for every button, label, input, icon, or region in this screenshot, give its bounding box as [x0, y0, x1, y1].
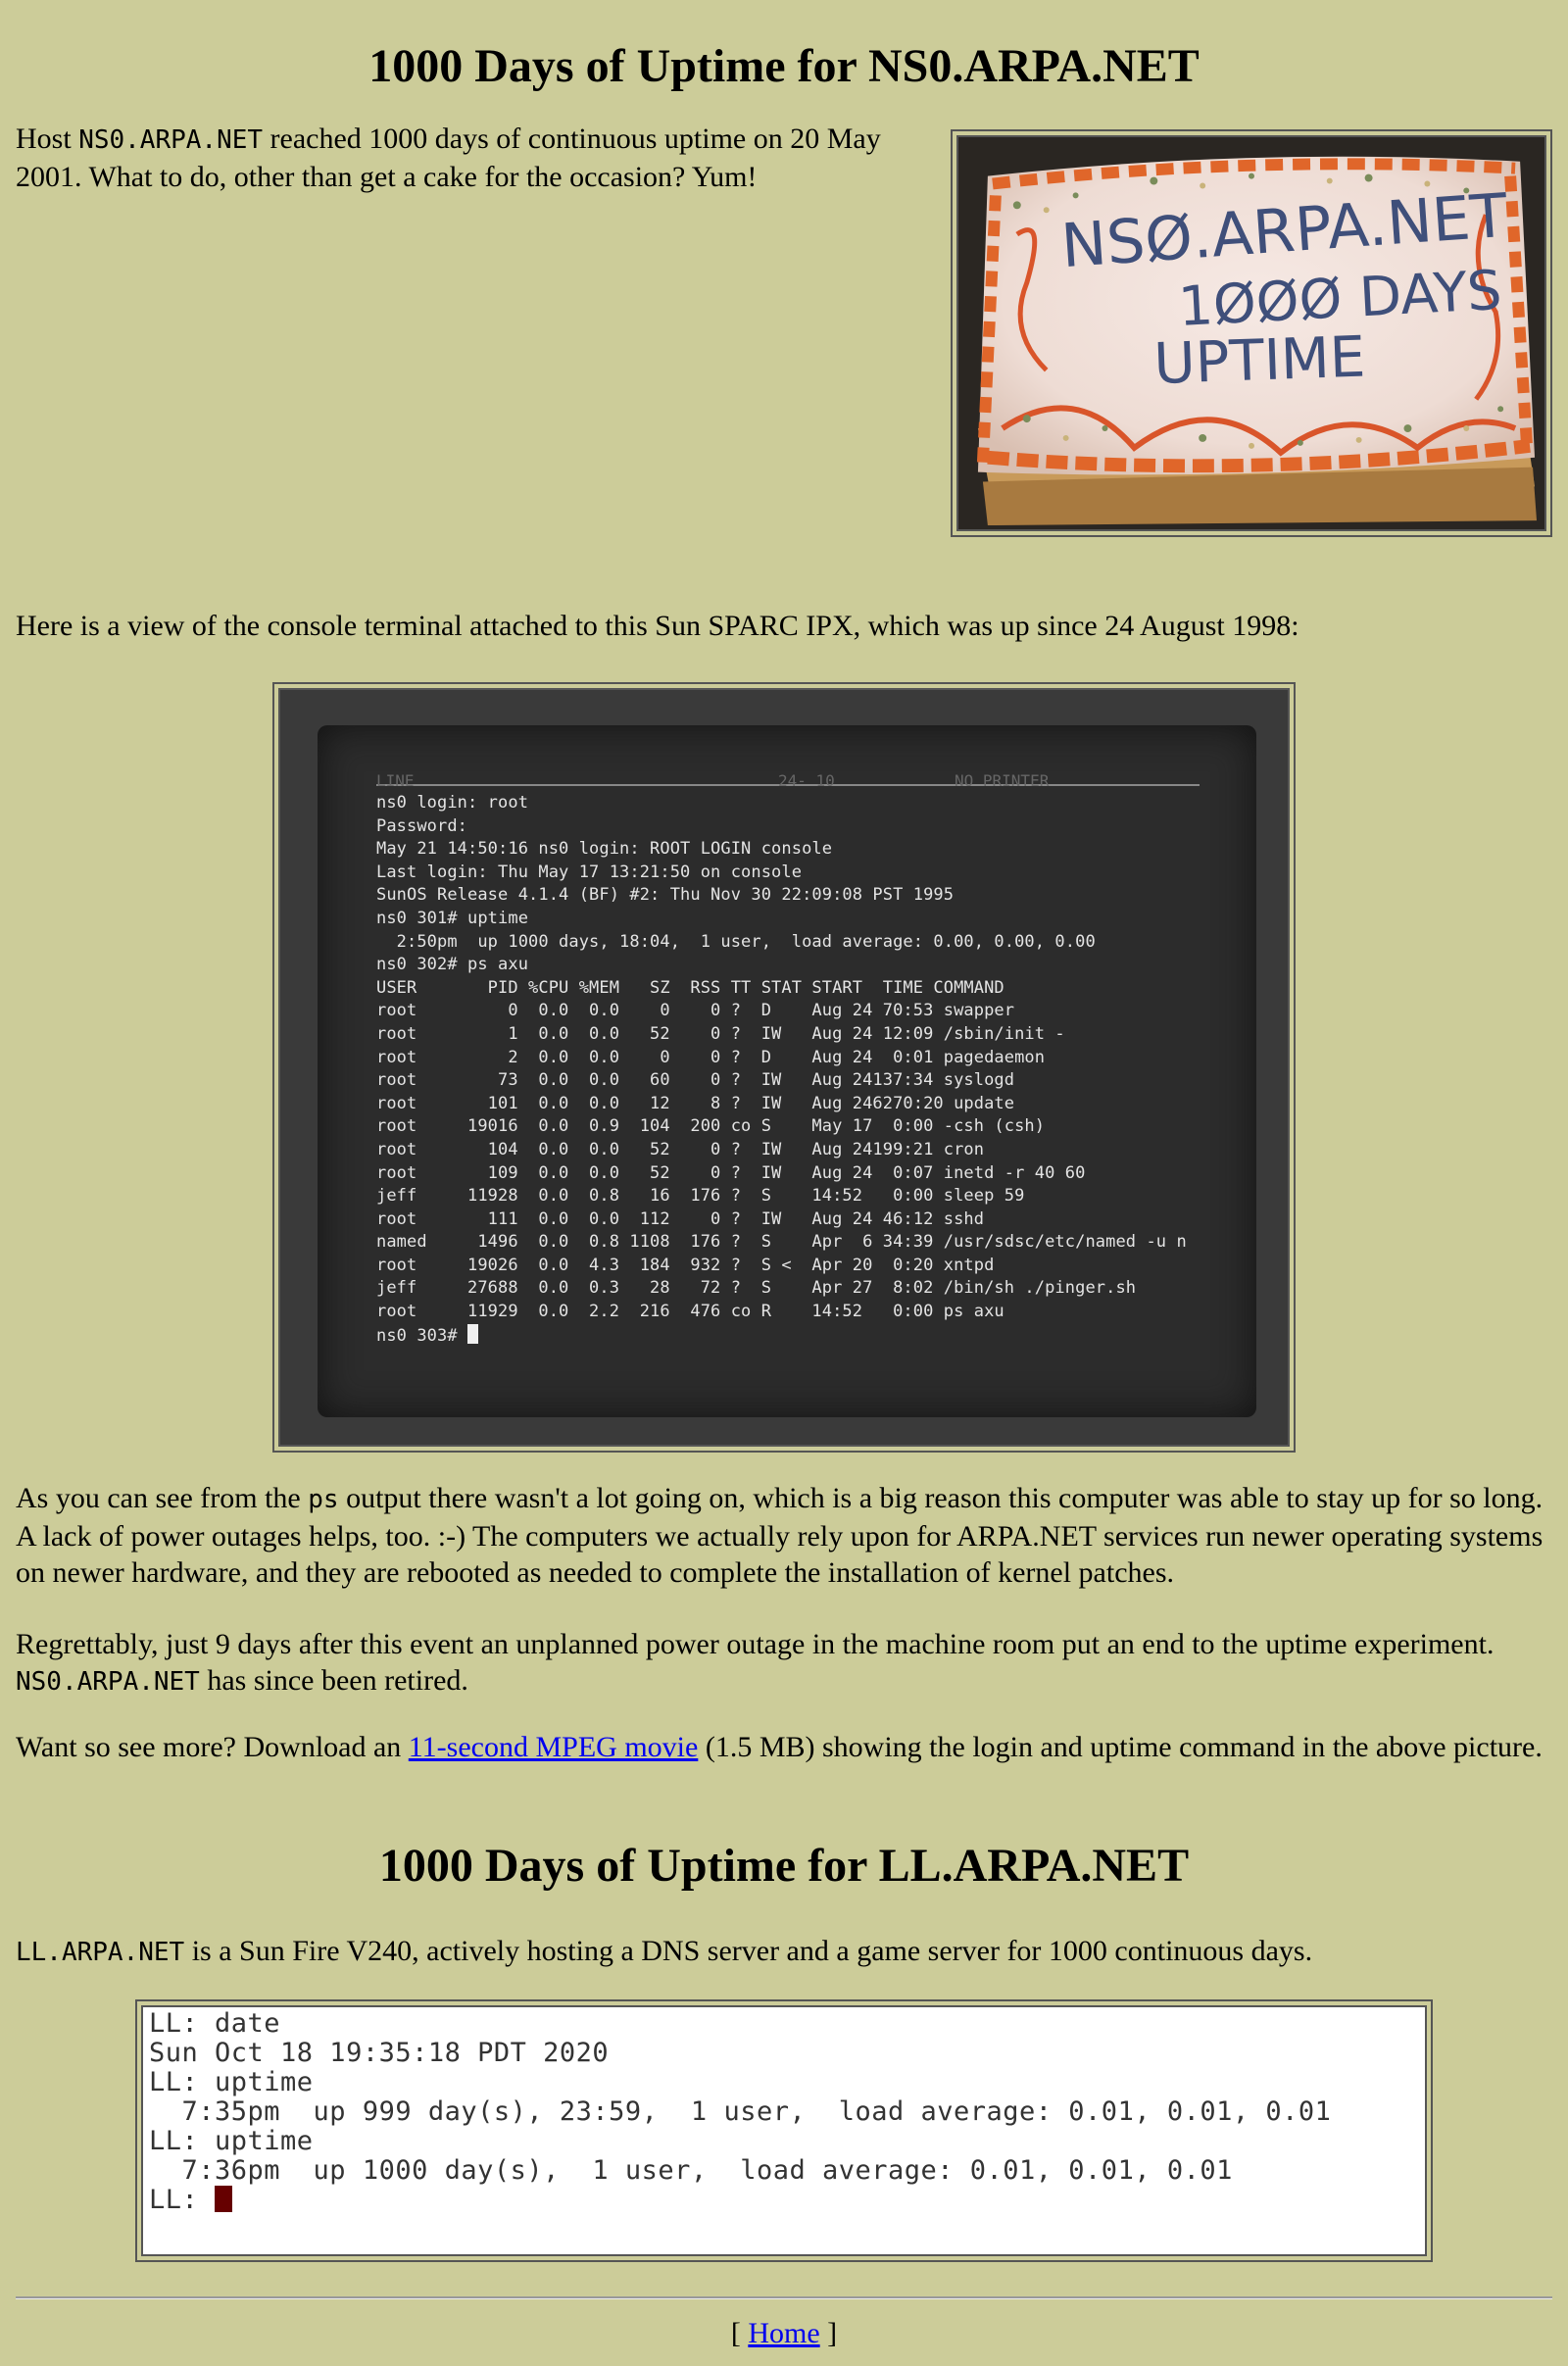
console-line: ns0 login: root — [376, 793, 529, 813]
mpeg-movie-link[interactable]: 11-second MPEG movie — [409, 1731, 699, 1763]
console-photo: LINE 24- 10 NO PRINTER ns0 login: root Pa… — [272, 682, 1296, 1453]
console-line: root 19016 0.0 0.9 104 200 co S May 17 0… — [376, 1116, 1046, 1137]
intro-prefix: Host — [16, 123, 79, 155]
console-line: ns0 301# uptime — [376, 908, 529, 928]
console-prompt: ns0 303# — [376, 1325, 468, 1346]
footer-nav: [ Home ] — [0, 2315, 1568, 2351]
console-cursor — [467, 1323, 479, 1344]
ll-terminal-line: LL: uptime — [149, 2067, 314, 2097]
ps-prefix: As you can see from the — [16, 1482, 309, 1514]
console-line: USER PID %CPU %MEM SZ RSS TT STAT START … — [376, 977, 1004, 998]
home-link[interactable]: Home — [748, 2317, 819, 2349]
footer-divider — [16, 2296, 1552, 2299]
console-line: ns0 302# ps axu — [376, 955, 529, 975]
console-line: jeff 27688 0.0 0.3 28 72 ? S Apr 27 8:02… — [376, 1278, 1137, 1299]
ll-prompt-line: LL: — [149, 2186, 1425, 2215]
console-line: root 1 0.0 0.0 52 0 ? IW Aug 24 12:09 /s… — [376, 1023, 1065, 1044]
movie-paragraph: Want so see more? Download an 11-second … — [16, 1729, 1552, 1765]
ps-paragraph: As you can see from the ps output there … — [16, 1480, 1552, 1591]
cake-photo-inner: NSØ.ARPA.NET 1ØØØ DAYS UPTIME — [956, 135, 1546, 531]
ll-terminal-line: Sun Oct 18 19:35:18 PDT 2020 — [149, 2038, 610, 2068]
outage-paragraph: Regrettably, just 9 days after this even… — [16, 1626, 1552, 1701]
movie-suffix: (1.5 MB) showing the login and uptime co… — [698, 1731, 1543, 1763]
ll-terminal-line: 7:36pm up 1000 day(s), 1 user, load aver… — [149, 2155, 1233, 2186]
host-name-ll: LL.ARPA.NET — [16, 1938, 185, 1967]
console-photo-inner: LINE 24- 10 NO PRINTER ns0 login: root Pa… — [278, 688, 1290, 1447]
cake-text-line3: UPTIME — [1152, 324, 1366, 397]
outage-prefix: Regrettably, just 9 days after this even… — [16, 1628, 1494, 1660]
page-title-ll: 1000 Days of Uptime for LL.ARPA.NET — [378, 1840, 1190, 1892]
console-output: ns0 login: root Password: May 21 14:50:16 … — [376, 792, 1187, 1348]
ll-terminal-line: LL: date — [149, 2008, 281, 2039]
console-line: Last login: Thu May 17 13:21:50 on conso… — [376, 862, 803, 882]
page-title-ns0: 1000 Days of Uptime for NS0.ARPA.NET — [368, 40, 1200, 92]
ll-terminal-output: LL: date Sun Oct 18 19:35:18 PDT 2020 LL: … — [143, 2007, 1425, 2215]
console-line: root 111 0.0 0.0 112 0 ? IW Aug 24 46:12… — [376, 1208, 985, 1229]
movie-prefix: Want so see more? Download an — [16, 1731, 409, 1763]
console-line: SunOS Release 4.1.4 (BF) #2: Thu Nov 30 … — [376, 885, 955, 906]
ll-prompt: LL: — [149, 2185, 216, 2215]
ll-terminal: LL: date Sun Oct 18 19:35:18 PDT 2020 LL: … — [141, 2005, 1427, 2256]
console-line: 2:50pm up 1000 days, 18:04, 1 user, load… — [376, 931, 1096, 952]
console-line: root 101 0.0 0.0 12 8 ? IW Aug 246270:20… — [376, 1093, 1015, 1113]
ll-intro-paragraph: LL.ARPA.NET is a Sun Fire V240, actively… — [16, 1933, 1552, 1971]
footer-bracket-open: [ — [730, 2317, 749, 2349]
console-status-line: LINE 24- 10 NO PRINTER — [376, 763, 1200, 790]
cake-photo: NSØ.ARPA.NET 1ØØØ DAYS UPTIME — [951, 129, 1552, 537]
ll-terminal-frame: LL: date Sun Oct 18 19:35:18 PDT 2020 LL: … — [135, 1999, 1433, 2262]
ll-intro-suffix: is a Sun Fire V240, actively hosting a D… — [184, 1935, 1313, 1967]
ll-cursor — [215, 2186, 233, 2212]
console-line: root 109 0.0 0.0 52 0 ? IW Aug 24 0:07 i… — [376, 1162, 1086, 1183]
console-intro-paragraph: Here is a view of the console terminal a… — [16, 610, 1299, 642]
console-prompt-line: ns0 303# — [376, 1323, 1187, 1349]
console-line: root 11929 0.0 2.2 216 476 co R 14:52 0:… — [376, 1302, 1004, 1322]
ll-terminal-line: 7:35pm up 999 day(s), 23:59, 1 user, loa… — [149, 2096, 1332, 2127]
ll-terminal-line: LL: uptime — [149, 2126, 314, 2156]
console-line: root 104 0.0 0.0 52 0 ? IW Aug 24199:21 … — [376, 1139, 985, 1159]
intro-section: Host NS0.ARPA.NET reached 1000 days of c… — [0, 121, 1568, 538]
outage-suffix: has since been retired. — [199, 1664, 468, 1697]
ps-command: ps — [308, 1485, 339, 1514]
host-name-ns0: NS0.ARPA.NET — [78, 125, 264, 155]
footer-bracket-close: ] — [819, 2317, 838, 2349]
console-line: May 21 14:50:16 ns0 login: ROOT LOGIN co… — [376, 839, 833, 860]
cake-image: NSØ.ARPA.NET 1ØØØ DAYS UPTIME — [958, 137, 1544, 529]
console-line: jeff 11928 0.0 0.8 16 176 ? S 14:52 0:00… — [376, 1186, 1025, 1207]
console-line: root 73 0.0 0.0 60 0 ? IW Aug 24137:34 s… — [376, 1070, 1015, 1091]
console-line: root 19026 0.0 4.3 184 932 ? S < Apr 20 … — [376, 1255, 995, 1275]
console-line: root 2 0.0 0.0 0 0 ? D Aug 24 0:01 paged… — [376, 1047, 1046, 1067]
console-line: Password: — [376, 815, 468, 836]
host-name-ns0-retired: NS0.ARPA.NET — [16, 1667, 200, 1697]
console-line: root 0 0.0 0.0 0 0 ? D Aug 24 70:53 swap… — [376, 1001, 1015, 1021]
intro-paragraph: Host NS0.ARPA.NET reached 1000 days of c… — [0, 121, 953, 195]
console-line: named 1496 0.0 0.8 1108 176 ? S Apr 6 34… — [376, 1232, 1187, 1253]
